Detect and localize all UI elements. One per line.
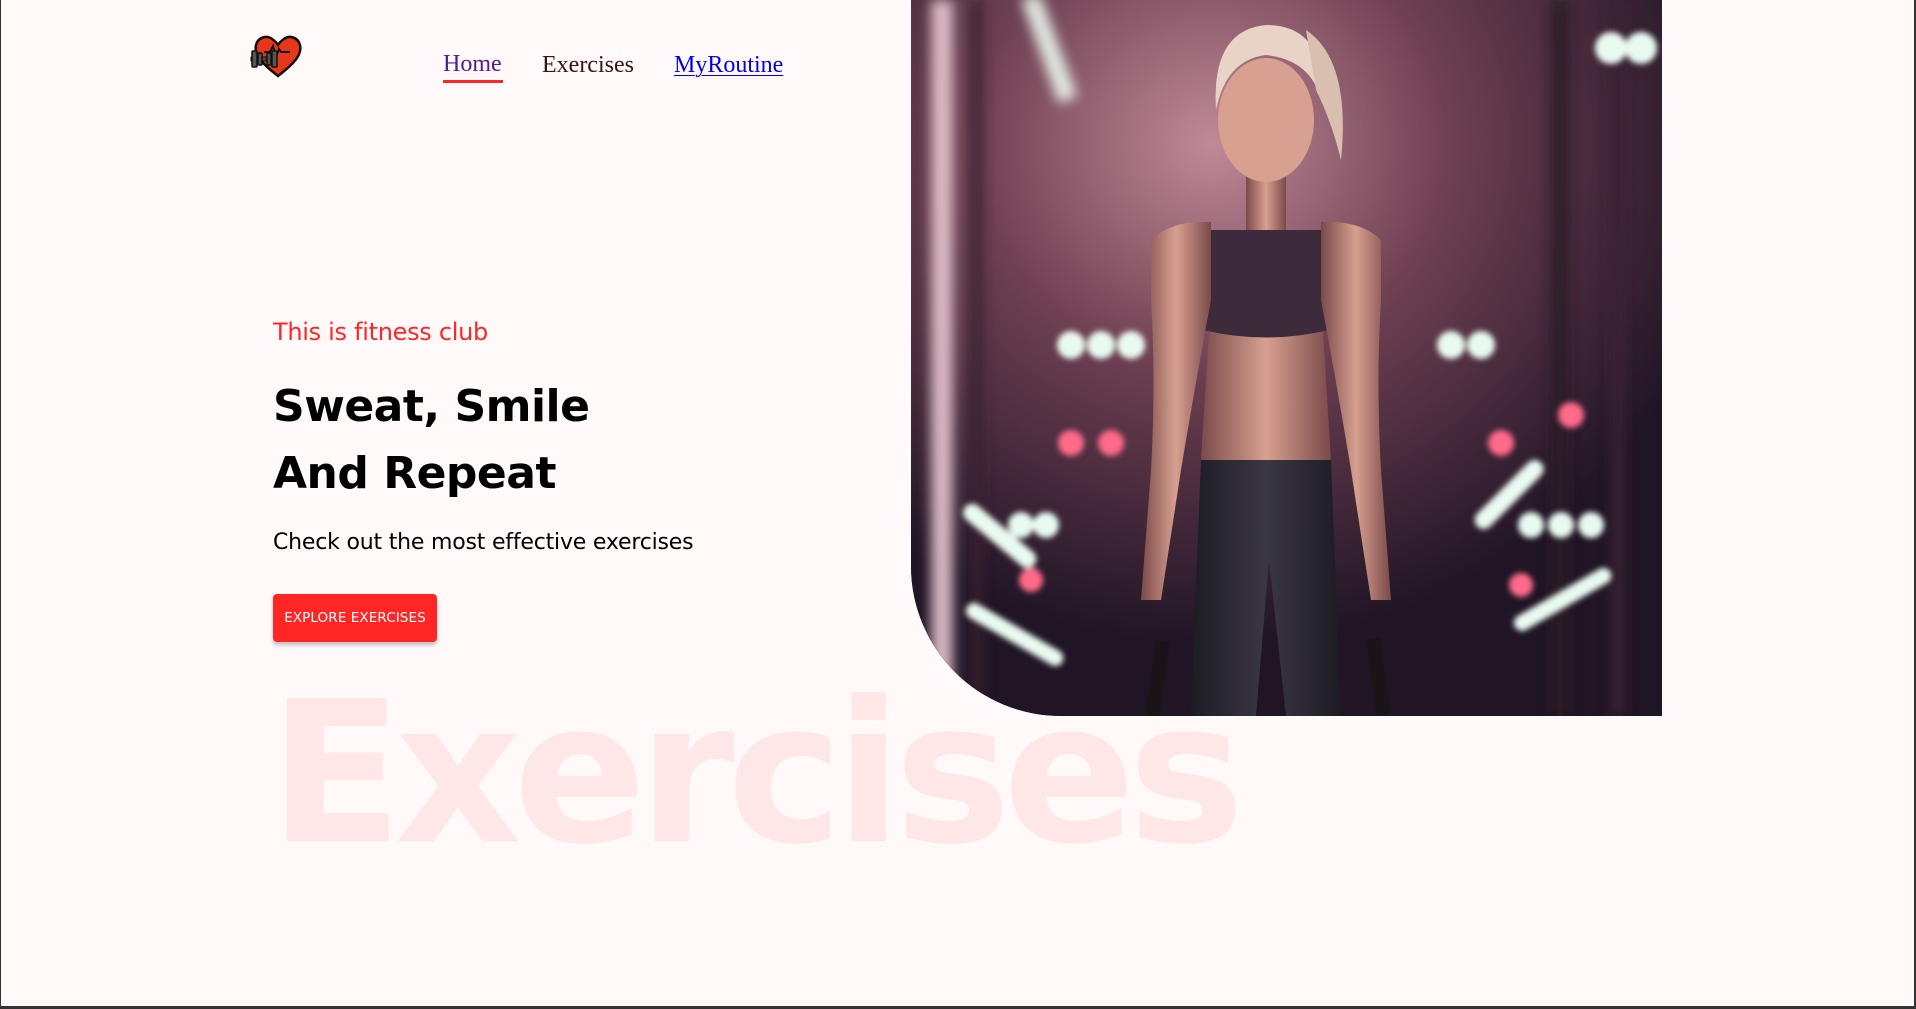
explore-exercises-button[interactable]: EXPLORE EXERCISES <box>273 594 437 642</box>
hero-tagline: This is fitness club <box>273 318 488 346</box>
hero-subtext: Check out the most effective exercises <box>273 530 694 555</box>
nav-link-exercises[interactable]: Exercises <box>542 52 634 79</box>
heart-dumbbell-logo[interactable] <box>250 32 306 80</box>
page: Home Exercises MyRoutine Exercises This … <box>1 0 1914 1006</box>
hero-banner-image <box>911 0 1662 716</box>
nav-link-home[interactable]: Home <box>443 51 502 78</box>
nav-link-myroutine[interactable]: MyRoutine <box>674 52 783 79</box>
nav-active-underline <box>443 80 503 83</box>
headline-line-1: Sweat, Smile <box>273 381 590 432</box>
headline-line-2: And Repeat <box>273 448 556 499</box>
hero-headline: Sweat, Smile And Repeat <box>273 373 590 507</box>
